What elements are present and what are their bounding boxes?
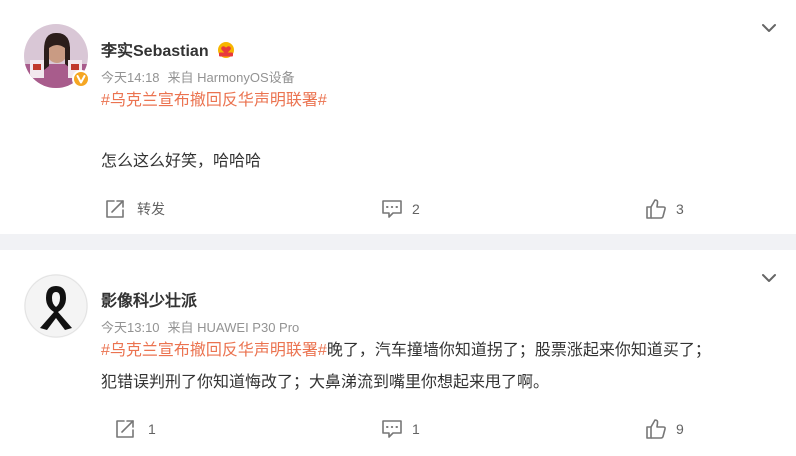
post-card-1: 李实Sebastian 今天14:18 来自 HarmonyOS设备 #乌克兰宣布… (0, 0, 796, 234)
comment-button[interactable]: 2 (381, 197, 420, 221)
chevron-down-icon[interactable] (760, 269, 778, 287)
author-name[interactable]: 影像科少壮派 (101, 287, 197, 311)
post-card-2: 影像科少壮派 今天13:10 来自 HUAWEI P30 Pro #乌克兰宣布撤回… (0, 250, 796, 456)
topic-hashtag[interactable]: #乌克兰宣布撤回反华声明联署# (101, 92, 327, 109)
vip-badge-icon[interactable] (217, 41, 235, 64)
chevron-down-icon[interactable] (760, 19, 778, 37)
comment-button[interactable]: 1 (381, 417, 420, 441)
repost-label: 转发 (137, 201, 165, 217)
topic-hashtag[interactable]: #乌克兰宣布撤回反华声明联署# (101, 342, 327, 359)
author-name-row: 李实Sebastian (101, 37, 235, 64)
post-meta: 今天13:10 来自 HUAWEI P30 Pro (101, 317, 299, 336)
post-text-line-1: #乌克兰宣布撤回反华声明联署#晚了，汽车撞墙你知道拐了；股票涨起来你知道买了； (101, 338, 711, 364)
post-actions: 1 1 9 (0, 417, 796, 441)
repost-button[interactable]: 转发 (104, 197, 165, 221)
repost-button[interactable]: 1 (114, 417, 156, 441)
post-actions: 转发 2 3 (0, 197, 796, 221)
post-text-line-2: 犯错误判刑了你知道悔改了；大鼻涕流到嘴里你想起来甩了啊。 (101, 374, 550, 391)
comment-icon (381, 418, 403, 440)
verified-badge-icon (72, 70, 90, 88)
post-body: 晚了，汽车撞墙你知道拐了；股票涨起来你知道买了； (326, 342, 711, 359)
author-avatar[interactable] (24, 274, 88, 338)
like-icon (645, 198, 667, 220)
post-text-line-1: #乌克兰宣布撤回反华声明联署# (101, 88, 327, 114)
like-button[interactable]: 3 (645, 197, 684, 221)
like-icon (645, 418, 667, 440)
post-text-line-2: 怎么这么好笑，哈哈哈 (101, 153, 262, 170)
post-source: 来自 HarmonyOS设备 (167, 70, 295, 85)
post-meta: 今天14:18 来自 HarmonyOS设备 (101, 67, 295, 86)
like-count: 9 (676, 421, 684, 437)
repost-icon (114, 418, 136, 440)
like-count: 3 (676, 201, 684, 217)
author-name[interactable]: 李实Sebastian (101, 43, 209, 60)
repost-count: 1 (148, 421, 156, 437)
repost-icon (104, 198, 126, 220)
comment-icon (381, 198, 403, 220)
comment-count: 1 (412, 421, 420, 437)
post-time[interactable]: 今天14:18 (101, 70, 160, 85)
comment-count: 2 (412, 201, 420, 217)
post-source: 来自 HUAWEI P30 Pro (167, 320, 300, 335)
like-button[interactable]: 9 (645, 417, 684, 441)
post-time[interactable]: 今天13:10 (101, 320, 160, 335)
